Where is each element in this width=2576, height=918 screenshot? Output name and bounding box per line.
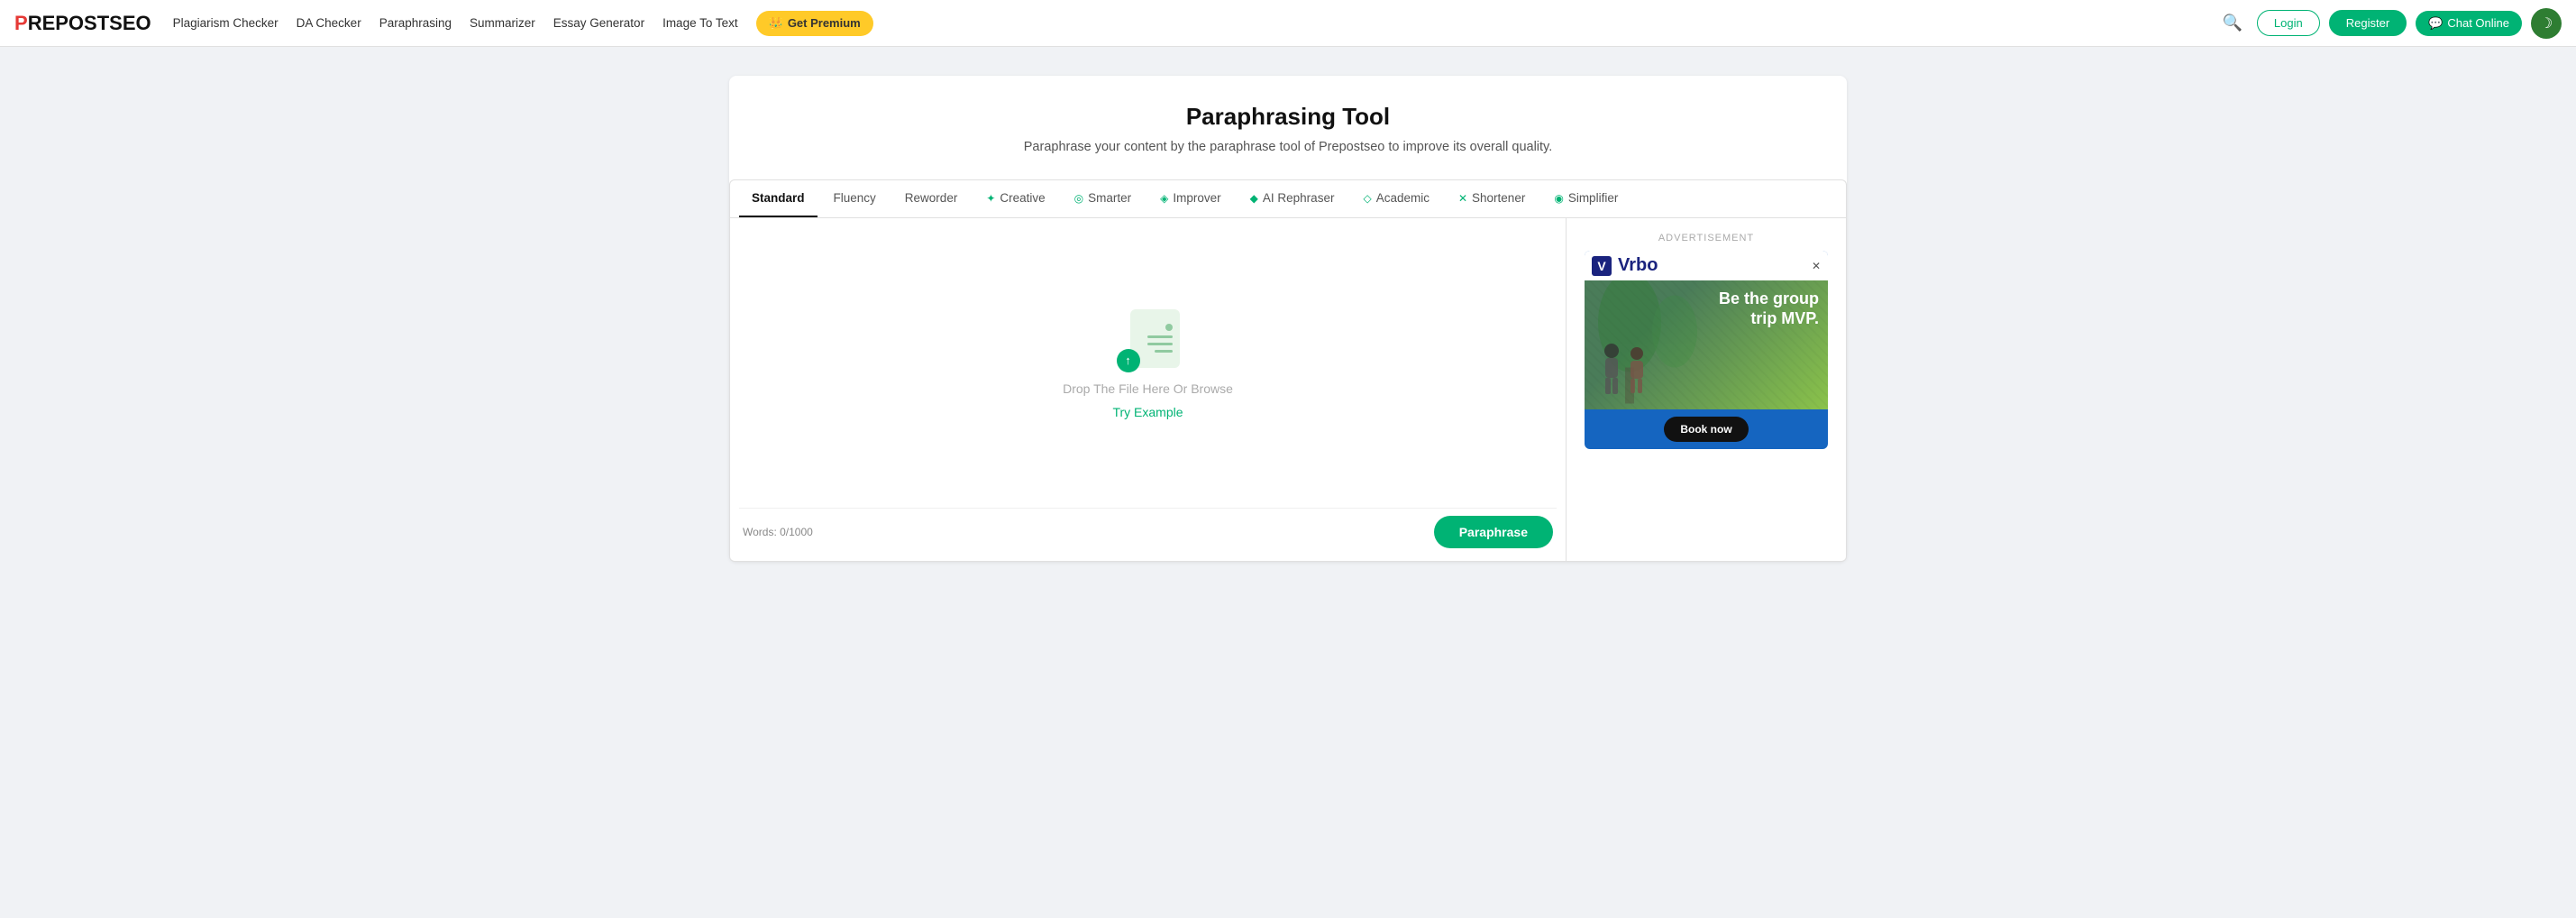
tab-creative[interactable]: ✦ Creative: [973, 180, 1057, 217]
doc-line-1: [1147, 335, 1172, 338]
premium-button[interactable]: 👑 Get Premium: [756, 11, 873, 36]
chat-label: Chat Online: [2447, 16, 2509, 30]
drop-area[interactable]: ↑ Drop The File Here Or Browse Try Examp…: [739, 227, 1557, 500]
dark-mode-button[interactable]: ☽: [2531, 8, 2562, 39]
tab-creative-label: Creative: [1000, 191, 1045, 205]
upload-icon: ↑: [1125, 353, 1131, 367]
ad-book-button[interactable]: Book now: [1664, 417, 1748, 442]
tab-ai-rephraser-label: AI Rephraser: [1263, 191, 1335, 205]
page-title: Paraphrasing Tool: [729, 103, 1847, 131]
doc-dot: [1165, 324, 1173, 331]
register-button[interactable]: Register: [2329, 10, 2407, 36]
ad-headline: Be the group trip MVP.: [1719, 289, 1819, 328]
paraphrase-button[interactable]: Paraphrase: [1434, 516, 1553, 548]
tab-smarter-label: Smarter: [1088, 191, 1131, 205]
content-row: ↑ Drop The File Here Or Browse Try Examp…: [729, 217, 1847, 562]
simplifier-premium-icon: ◉: [1554, 192, 1563, 205]
moon-icon: ☽: [2540, 14, 2553, 32]
tab-ai-rephraser[interactable]: ◆ AI Rephraser: [1238, 180, 1347, 217]
site-logo[interactable]: PREPOSTSEO: [14, 12, 151, 35]
creative-premium-icon: ✦: [986, 192, 995, 205]
tab-fluency-label: Fluency: [834, 191, 876, 205]
people-silhouette: [1594, 337, 1657, 400]
nav-right: 🔍 Login Register 💬 Chat Online ☽: [2223, 8, 2562, 39]
tab-reworder-label: Reworder: [905, 191, 958, 205]
page-subtitle: Paraphrase your content by the paraphras…: [729, 140, 1847, 154]
tab-fluency[interactable]: Fluency: [821, 180, 889, 217]
drop-icon-wrap: ↑: [1117, 309, 1180, 372]
tab-standard[interactable]: Standard: [739, 180, 818, 217]
nav-image-to-text[interactable]: Image To Text: [662, 16, 738, 30]
premium-label: Get Premium: [788, 16, 861, 30]
tab-shortener-label: Shortener: [1472, 191, 1525, 205]
nav-links: Plagiarism Checker DA Checker Paraphrasi…: [173, 11, 2223, 36]
right-panel: ADVERTISEMENT V Vrbo ✕: [1567, 218, 1846, 561]
login-button[interactable]: Login: [2257, 10, 2320, 36]
word-count: Words: 0/1000: [743, 526, 813, 538]
vrbo-text: Vrbo: [1618, 255, 1658, 276]
crown-icon: 👑: [769, 16, 783, 31]
ai-rephraser-premium-icon: ◆: [1250, 192, 1258, 205]
drop-text: Drop The File Here Or Browse: [1063, 381, 1233, 396]
ad-image-area: Be the group trip MVP.: [1585, 280, 1828, 409]
tab-smarter[interactable]: ◎ Smarter: [1062, 180, 1145, 217]
nav-paraphrasing[interactable]: Paraphrasing: [379, 16, 452, 30]
tab-reworder[interactable]: Reworder: [892, 180, 971, 217]
upload-badge: ↑: [1117, 349, 1140, 372]
ad-box: V Vrbo ✕: [1585, 251, 1828, 449]
tab-shortener[interactable]: ✕ Shortener: [1446, 180, 1538, 217]
ad-headline-line1: Be the group: [1719, 289, 1819, 308]
doc-line-2: [1147, 343, 1172, 345]
ad-top-bar: V Vrbo ✕: [1585, 251, 1828, 280]
tab-improver[interactable]: ◈ Improver: [1147, 180, 1234, 217]
chat-icon: 💬: [2428, 16, 2443, 31]
logo-text: REPOSTSEO: [28, 12, 151, 35]
nav-plagiarism-checker[interactable]: Plagiarism Checker: [173, 16, 279, 30]
shortener-premium-icon: ✕: [1458, 192, 1467, 205]
nav-essay-generator[interactable]: Essay Generator: [553, 16, 644, 30]
tab-standard-label: Standard: [752, 191, 805, 205]
ad-label: ADVERTISEMENT: [1658, 233, 1754, 243]
tabs-bar: Standard Fluency Reworder ✦ Creative ◎ S…: [729, 179, 1847, 217]
academic-premium-icon: ◇: [1363, 192, 1371, 205]
smarter-premium-icon: ◎: [1074, 192, 1083, 205]
tab-academic[interactable]: ◇ Academic: [1350, 180, 1442, 217]
tab-academic-label: Academic: [1376, 191, 1430, 205]
nav-summarizer[interactable]: Summarizer: [470, 16, 535, 30]
nav-da-checker[interactable]: DA Checker: [297, 16, 361, 30]
panel-footer: Words: 0/1000 Paraphrase: [739, 508, 1557, 552]
ad-vrbo-logo: V Vrbo: [1592, 255, 1658, 276]
try-example-link[interactable]: Try Example: [1112, 405, 1183, 419]
tab-simplifier[interactable]: ◉ Simplifier: [1541, 180, 1631, 217]
search-icon[interactable]: 🔍: [2223, 14, 2243, 32]
vrbo-v-icon: V: [1592, 256, 1612, 276]
tab-simplifier-label: Simplifier: [1568, 191, 1619, 205]
left-panel: ↑ Drop The File Here Or Browse Try Examp…: [730, 218, 1567, 561]
chat-button[interactable]: 💬 Chat Online: [2416, 11, 2522, 36]
main-container: Paraphrasing Tool Paraphrase your conten…: [711, 47, 1865, 598]
improver-premium-icon: ◈: [1160, 192, 1168, 205]
logo-prefix: P: [14, 12, 28, 35]
doc-line-3: [1155, 350, 1173, 353]
main-card: Paraphrasing Tool Paraphrase your conten…: [729, 76, 1847, 562]
page-background: Paraphrasing Tool Paraphrase your conten…: [0, 47, 2576, 918]
navbar: PREPOSTSEO Plagiarism Checker DA Checker…: [0, 0, 2576, 47]
ad-close-icon[interactable]: ✕: [1812, 260, 1821, 272]
tab-improver-label: Improver: [1173, 191, 1220, 205]
ad-headline-line2: trip MVP.: [1750, 309, 1819, 327]
